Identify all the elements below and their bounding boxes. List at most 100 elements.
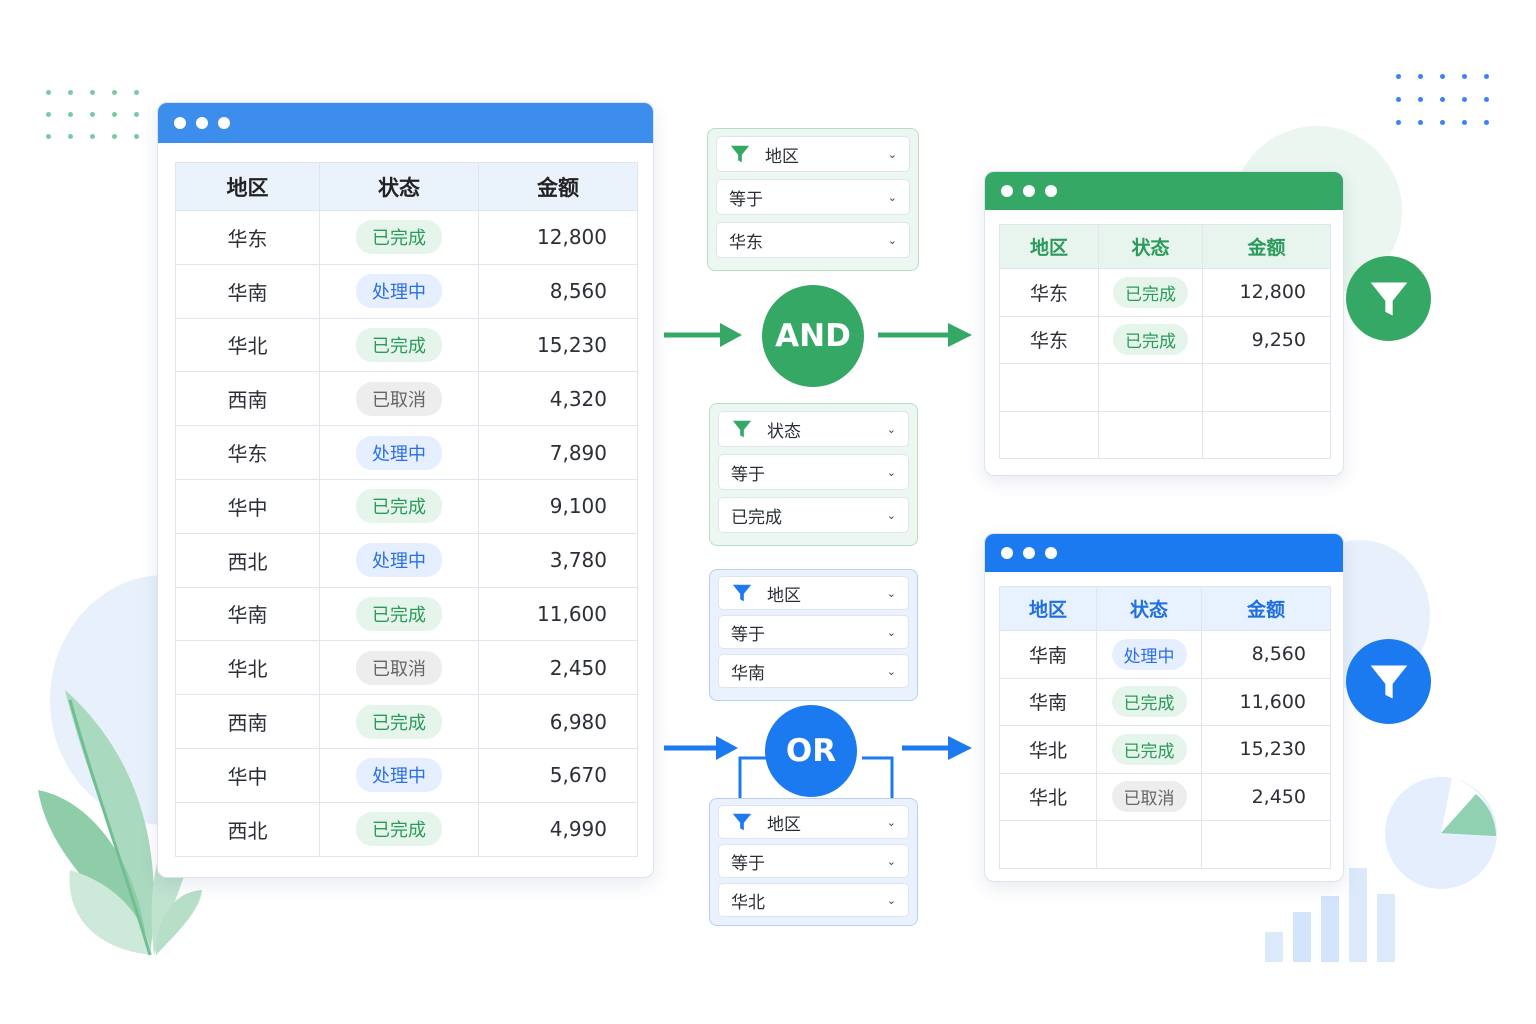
status-badge: 处理中 bbox=[356, 758, 442, 793]
empty-cell bbox=[1201, 820, 1331, 869]
amount-cell: 9,100 bbox=[478, 478, 638, 534]
decorative-dot bbox=[68, 90, 73, 95]
field-select[interactable]: 地区 ⌄ bbox=[718, 576, 909, 610]
column-header-region[interactable]: 地区 bbox=[175, 162, 320, 211]
column-header-status[interactable]: 状态 bbox=[1098, 224, 1203, 269]
table-row[interactable]: 华中 已完成 9,100 bbox=[175, 478, 638, 534]
window-dot bbox=[1045, 185, 1057, 197]
status-cell: 处理中 bbox=[319, 532, 479, 588]
status-cell: 已完成 bbox=[319, 801, 479, 857]
status-cell: 处理中 bbox=[319, 425, 479, 480]
table-row[interactable]: 华东 已完成 12,800 bbox=[999, 268, 1331, 317]
value-select[interactable]: 华北 ⌄ bbox=[718, 883, 909, 917]
table-row[interactable]: 西北 已完成 4,990 bbox=[175, 801, 638, 857]
table-row[interactable]: 华北 已完成 15,230 bbox=[175, 317, 638, 373]
chevron-down-icon: ⌄ bbox=[886, 422, 896, 436]
column-header-amount[interactable]: 金额 bbox=[1202, 224, 1331, 269]
status-cell: 已完成 bbox=[319, 586, 479, 642]
column-header-region[interactable]: 地区 bbox=[999, 224, 1099, 269]
window-title-bar bbox=[985, 534, 1343, 572]
value-select[interactable]: 华南 ⌄ bbox=[718, 654, 909, 688]
field-select[interactable]: 地区 ⌄ bbox=[718, 805, 909, 839]
filter-condition-card: 状态 ⌄ 等于 ⌄ 已完成 ⌄ bbox=[709, 403, 918, 546]
and-filter-badge bbox=[1346, 256, 1431, 341]
operator-select[interactable]: 等于 ⌄ bbox=[718, 844, 909, 878]
column-header-status[interactable]: 状态 bbox=[319, 162, 479, 211]
table-row[interactable]: 华东 已完成 9,250 bbox=[999, 315, 1331, 364]
region-cell: 华东 bbox=[999, 315, 1099, 364]
decorative-dot bbox=[46, 90, 51, 95]
operator-select[interactable]: 等于 ⌄ bbox=[716, 179, 910, 215]
table-row[interactable]: 华东 已完成 12,800 bbox=[175, 210, 638, 265]
table-row[interactable]: 华北 已取消 2,450 bbox=[175, 640, 638, 696]
empty-cell bbox=[999, 820, 1097, 869]
chevron-down-icon: ⌄ bbox=[886, 625, 896, 639]
amount-cell: 12,800 bbox=[1202, 268, 1331, 317]
decorative-dot bbox=[68, 134, 73, 139]
region-cell: 华北 bbox=[175, 317, 320, 373]
operator-select[interactable]: 等于 ⌄ bbox=[718, 615, 909, 649]
funnel-icon bbox=[732, 584, 752, 602]
table-row[interactable]: 华南 处理中 8,560 bbox=[175, 263, 638, 319]
source-data-table: 地区 状态 金额 华东 已完成 12,800 华南 处理中 8,560 华北 已完成 15,23… bbox=[175, 162, 638, 857]
decorative-dots-blue bbox=[1396, 74, 1489, 125]
operator-select-value: 等于 bbox=[731, 464, 765, 485]
table-row[interactable]: 西南 已完成 6,980 bbox=[175, 694, 638, 749]
amount-cell: 15,230 bbox=[478, 317, 638, 373]
window-title-bar bbox=[158, 103, 653, 143]
status-cell: 已完成 bbox=[1096, 725, 1202, 774]
field-select[interactable]: 地区 ⌄ bbox=[716, 136, 910, 172]
region-cell: 华南 bbox=[175, 263, 320, 319]
and-operator-node[interactable]: AND bbox=[762, 285, 864, 387]
chevron-down-icon: ⌄ bbox=[886, 854, 896, 868]
value-select-value: 华南 bbox=[731, 663, 765, 684]
decorative-dot bbox=[1484, 97, 1489, 102]
window-dot bbox=[218, 117, 230, 129]
value-select-value: 华东 bbox=[729, 232, 763, 253]
table-row[interactable]: 华中 处理中 5,670 bbox=[175, 747, 638, 803]
region-cell: 华东 bbox=[175, 210, 320, 265]
table-row[interactable]: 华北 已取消 2,450 bbox=[999, 772, 1331, 821]
and-result-window: 地区 状态 金额 华东 已完成 12,800 华东 已完成 9,250 bbox=[984, 171, 1344, 476]
decorative-dot bbox=[112, 134, 117, 139]
value-select-value: 华北 bbox=[731, 892, 765, 913]
field-select[interactable]: 状态 ⌄ bbox=[718, 411, 909, 447]
arrow-to-and bbox=[664, 323, 742, 347]
decorative-dot bbox=[112, 112, 117, 117]
or-operator-node[interactable]: OR bbox=[765, 705, 857, 797]
decorative-dot bbox=[134, 134, 139, 139]
status-badge: 已完成 bbox=[356, 489, 442, 524]
amount-cell: 7,890 bbox=[478, 425, 638, 480]
table-row[interactable]: 西北 处理中 3,780 bbox=[175, 532, 638, 588]
value-select[interactable]: 已完成 ⌄ bbox=[718, 497, 909, 533]
decorative-dot bbox=[1462, 97, 1467, 102]
table-row[interactable]: 西南 已取消 4,320 bbox=[175, 371, 638, 427]
table-row[interactable]: 华北 已完成 15,230 bbox=[999, 725, 1331, 774]
amount-cell: 9,250 bbox=[1202, 315, 1331, 364]
amount-cell: 12,800 bbox=[478, 210, 638, 265]
decorative-dot bbox=[1462, 120, 1467, 125]
table-row[interactable]: 华南 处理中 8,560 bbox=[999, 630, 1331, 679]
status-badge: 处理中 bbox=[356, 543, 442, 578]
decorative-dot bbox=[1396, 97, 1401, 102]
table-row[interactable]: 华南 已完成 11,600 bbox=[999, 677, 1331, 726]
field-select-value: 状态 bbox=[767, 421, 801, 442]
window-title-bar bbox=[985, 172, 1343, 210]
arrow-to-or bbox=[664, 736, 738, 760]
status-badge: 已取消 bbox=[356, 650, 442, 685]
amount-cell: 8,560 bbox=[1201, 630, 1331, 679]
table-row[interactable]: 华东 处理中 7,890 bbox=[175, 425, 638, 480]
status-cell: 已完成 bbox=[319, 210, 479, 265]
decorative-dot bbox=[1418, 120, 1423, 125]
table-header-row: 地区 状态 金额 bbox=[175, 162, 638, 211]
value-select[interactable]: 华东 ⌄ bbox=[716, 222, 910, 258]
region-cell: 华中 bbox=[175, 478, 320, 534]
operator-select[interactable]: 等于 ⌄ bbox=[718, 454, 909, 490]
column-header-amount[interactable]: 金额 bbox=[478, 162, 638, 211]
column-header-region[interactable]: 地区 bbox=[999, 586, 1097, 631]
empty-cell bbox=[999, 410, 1099, 459]
table-row[interactable]: 华南 已完成 11,600 bbox=[175, 586, 638, 642]
decorative-dot bbox=[1418, 97, 1423, 102]
column-header-amount[interactable]: 金额 bbox=[1201, 586, 1331, 631]
column-header-status[interactable]: 状态 bbox=[1096, 586, 1202, 631]
